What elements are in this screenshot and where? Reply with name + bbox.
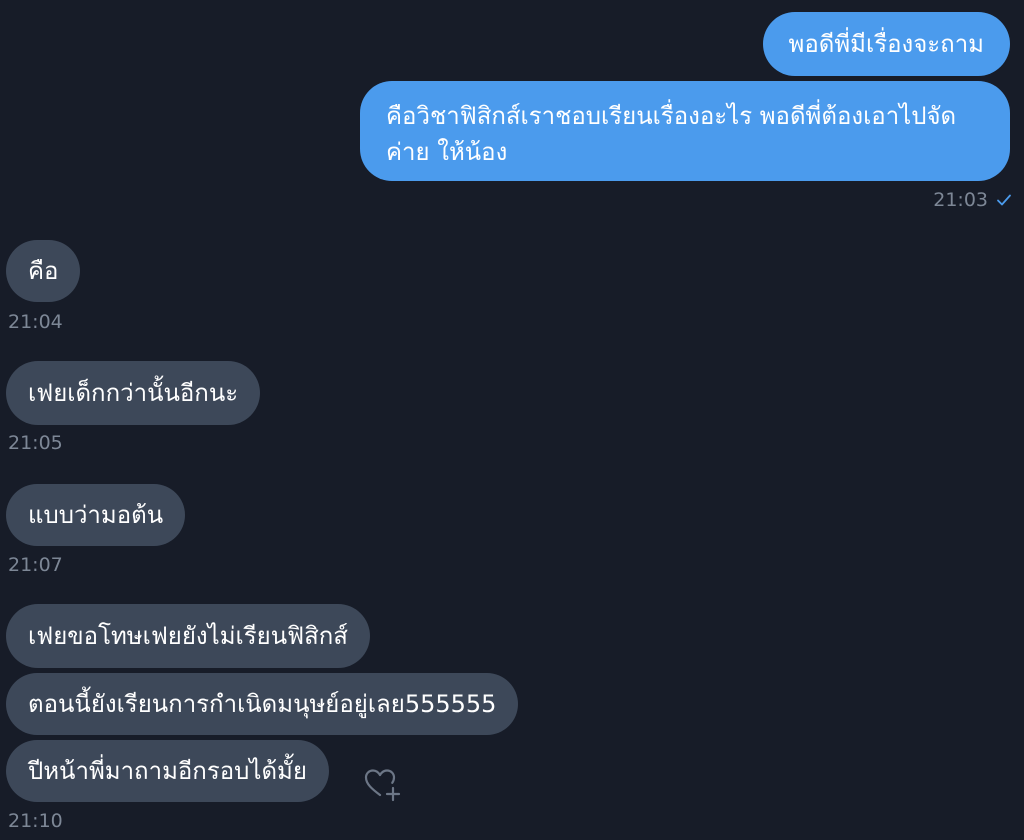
- incoming-message[interactable]: แบบว่ามอต้น: [6, 484, 186, 546]
- incoming-message[interactable]: คือ: [6, 240, 81, 302]
- outgoing-message[interactable]: คือวิชาฟิสิกส์เราชอบเรียนเรื่องอะไร พอดี…: [360, 81, 1010, 181]
- checkmark-icon: [997, 194, 1011, 206]
- incoming-message[interactable]: เฟยขอโทษเฟยยังไม่เรียนฟิสิกส์: [6, 604, 370, 668]
- message-timestamp: 21:10: [8, 810, 63, 832]
- incoming-message[interactable]: ตอนนี้ยังเรียนการกำเนิดมนุษย์อยู่เลย5555…: [6, 673, 519, 735]
- message-timestamp: 21:05: [8, 432, 63, 454]
- chat-thread: พอดีพี่มีเรื่องจะถาม คือวิชาฟิสิกส์เราชอ…: [0, 0, 1024, 840]
- heart-plus-icon[interactable]: [362, 764, 402, 804]
- message-timestamp: 21:07: [8, 554, 63, 576]
- incoming-message[interactable]: ปีหน้าพี่มาถามอีกรอบได้มั้ย: [6, 740, 329, 802]
- message-timestamp: 21:04: [8, 311, 63, 333]
- incoming-message[interactable]: เฟยเด็กกว่านั้นอีกนะ: [6, 361, 261, 425]
- message-timestamp: 21:03: [933, 189, 988, 211]
- outgoing-message[interactable]: พอดีพี่มีเรื่องจะถาม: [762, 12, 1010, 76]
